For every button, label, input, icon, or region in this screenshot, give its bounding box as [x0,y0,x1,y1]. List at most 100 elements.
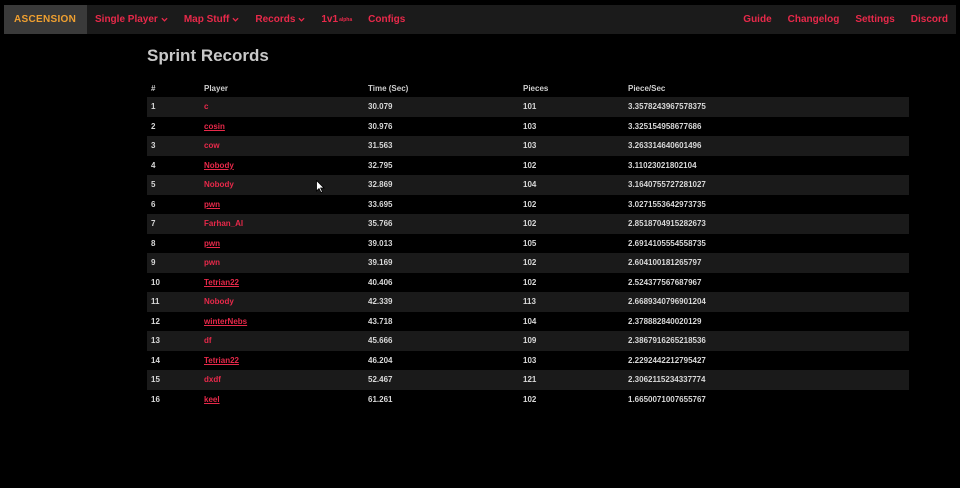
player-name: Nobody [204,180,234,190]
header-pieces: Pieces [523,83,549,93]
cell-rank: 5 [151,180,156,190]
nav-item-label: 1v1 [321,14,339,25]
cell-time: 40.406 [368,277,393,287]
nav-item-changelog[interactable]: Changelog [780,14,848,25]
cell-pps: 2.6689340796901204 [628,297,706,307]
cell-rank: 9 [151,258,156,268]
nav-right: Guide Changelog Settings Discord [735,5,956,34]
table-row: 15 dxdf 52.467 121 2.3062115234337774 [147,370,909,390]
player-name: Nobody [204,297,234,307]
table-row: 11 Nobody 42.339 113 2.6689340796901204 [147,292,909,312]
cell-pieces: 103 [523,141,537,151]
nav-item-discord[interactable]: Discord [903,14,956,25]
cell-time: 32.869 [368,180,393,190]
table-row: 1 c 30.079 101 3.3578243967578375 [147,97,909,117]
cell-pps: 3.325154958677686 [628,121,702,131]
cell-pps: 3.3578243967578375 [628,102,706,112]
cell-time: 35.766 [368,219,393,229]
header-rank: # [151,83,156,93]
nav-item-records[interactable]: Records [247,14,313,25]
player-name[interactable]: Nobody [204,161,234,170]
cell-pps: 2.604100181265797 [628,258,702,268]
brand-logo[interactable]: ASCENSION [4,5,87,34]
cell-time: 43.718 [368,316,393,326]
table-row: 9 pwn 39.169 102 2.604100181265797 [147,253,909,273]
nav-item-configs[interactable]: Configs [360,14,413,25]
cell-rank: 1 [151,102,156,112]
player-name[interactable]: keel [204,395,220,404]
cell-pieces: 104 [523,316,537,326]
cell-rank: 11 [151,297,160,307]
cell-pieces: 121 [523,375,537,385]
table-header-row: # Player Time (Sec) Pieces Piece/Sec [147,79,909,97]
cell-rank: 6 [151,199,156,209]
player-name[interactable]: winterNebs [204,317,247,326]
nav-item-map-stuff[interactable]: Map Stuff [176,14,248,25]
cell-rank: 15 [151,375,160,385]
player-name: dxdf [204,375,221,385]
table-body: 1 c 30.079 101 3.3578243967578375 2 cosin 30.97… [147,97,909,409]
cell-pieces: 101 [523,102,537,112]
nav-item-single-player[interactable]: Single Player [87,14,176,25]
table-row: 10 Tetrian22 40.406 102 2.524377567687967 [147,273,909,293]
table-row: 5 Nobody 32.869 104 3.1640755727281027 [147,175,909,195]
cell-time: 33.695 [368,199,393,209]
table-row: 7 Farhan_Al 35.766 102 2.8518704915282673 [147,214,909,234]
top-navbar: ASCENSION Single Player Map Stuff Records 1… [4,5,956,34]
cell-pieces: 103 [523,121,537,131]
cell-time: 39.013 [368,238,393,248]
nav-item-1v1[interactable]: 1v1 alpha [313,14,360,25]
cell-rank: 14 [151,355,160,365]
player-name[interactable]: cosin [204,122,225,131]
cell-pps: 2.378882840020129 [628,316,702,326]
cell-pieces: 102 [523,160,537,170]
player-name[interactable]: pwn [204,200,220,209]
player-name: Farhan_Al [204,219,244,229]
cell-time: 32.795 [368,160,393,170]
table-row: 8 pwn 39.013 105 2.6914105554558735 [147,234,909,254]
cell-pps: 3.263314640601496 [628,141,702,151]
table-row: 13 df 45.666 109 2.3867916265218536 [147,331,909,351]
cell-time: 52.467 [368,375,393,385]
cell-time: 30.079 [368,102,393,112]
table-row: 16 keel 61.261 102 1.6650071007655767 [147,390,909,410]
cell-pieces: 102 [523,258,537,268]
cell-time: 42.339 [368,297,393,307]
nav-item-guide[interactable]: Guide [735,14,779,25]
cell-pieces: 105 [523,238,537,248]
cell-pieces: 109 [523,336,537,346]
cell-pps: 2.524377567687967 [628,277,702,287]
cell-pps: 3.0271553642973735 [628,199,706,209]
player-name: df [204,336,212,346]
cell-pieces: 103 [523,355,537,365]
header-pps: Piece/Sec [628,83,666,93]
player-name[interactable]: pwn [204,239,220,248]
header-time: Time (Sec) [368,83,409,93]
nav-item-label: Records [255,14,296,25]
cell-rank: 4 [151,160,156,170]
cell-pieces: 102 [523,199,537,209]
nav-item-settings[interactable]: Settings [847,14,902,25]
player-name: c [204,102,209,112]
cell-pps: 3.1640755727281027 [628,180,706,190]
cell-time: 61.261 [368,394,393,404]
player-name[interactable]: Tetrian22 [204,356,239,365]
cell-time: 31.563 [368,141,393,151]
table-row: 14 Tetrian22 46.204 103 2.2292442212795427 [147,351,909,371]
table-row: 12 winterNebs 43.718 104 2.378882840020129 [147,312,909,332]
chevron-down-icon [161,17,168,22]
cell-rank: 12 [151,316,160,326]
cell-rank: 10 [151,277,160,287]
cell-pps: 2.6914105554558735 [628,238,706,248]
cell-time: 46.204 [368,355,393,365]
cell-rank: 13 [151,336,160,346]
nav-item-label: Configs [368,14,406,25]
cell-rank: 16 [151,394,160,404]
cell-pps: 2.2292442212795427 [628,355,706,365]
player-name[interactable]: Tetrian22 [204,278,239,287]
cell-rank: 2 [151,121,156,131]
header-player: Player [204,83,229,93]
cell-time: 30.976 [368,121,393,131]
cell-pps: 2.3062115234337774 [628,375,706,385]
mouse-cursor-icon [316,180,325,193]
